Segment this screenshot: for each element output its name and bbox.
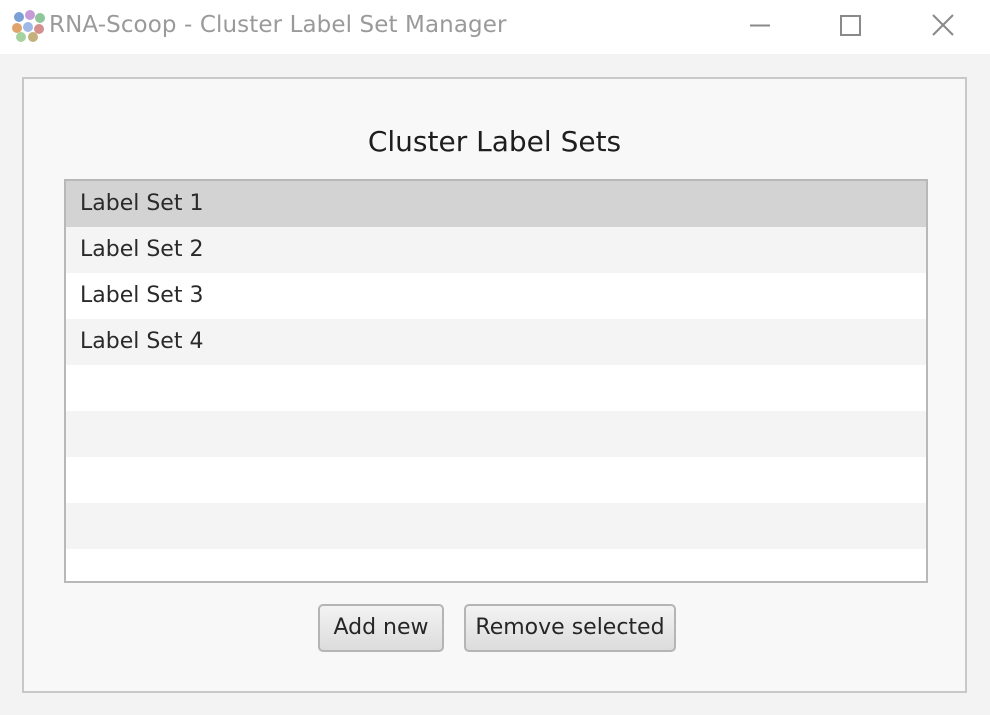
remove-selected-button[interactable]: Remove selected [464, 604, 676, 652]
close-button[interactable] [896, 0, 986, 52]
maximize-icon [840, 15, 861, 36]
empty-list-row [66, 365, 926, 411]
label-set-manager-panel: Cluster Label Sets Label Set 1 Label Set… [22, 77, 967, 693]
minimize-button[interactable] [714, 0, 804, 52]
label-set-list[interactable]: Label Set 1 Label Set 2 Label Set 3 Labe… [64, 179, 928, 583]
minimize-icon [750, 24, 770, 27]
list-item[interactable]: Label Set 1 [66, 181, 926, 227]
close-icon [932, 14, 954, 36]
empty-list-row [66, 549, 926, 581]
maximize-button[interactable] [804, 0, 894, 52]
empty-list-row [66, 503, 926, 549]
list-item[interactable]: Label Set 3 [66, 273, 926, 319]
empty-list-row [66, 411, 926, 457]
panel-title: Cluster Label Sets [367, 125, 622, 158]
title-bar: RNA-Scoop - Cluster Label Set Manager [0, 0, 990, 54]
add-new-button[interactable]: Add new [318, 604, 444, 652]
window-title: RNA-Scoop - Cluster Label Set Manager [49, 12, 507, 38]
empty-list-row [66, 457, 926, 503]
app-logo-icon [11, 9, 47, 43]
list-item[interactable]: Label Set 4 [66, 319, 926, 365]
list-item[interactable]: Label Set 2 [66, 227, 926, 273]
